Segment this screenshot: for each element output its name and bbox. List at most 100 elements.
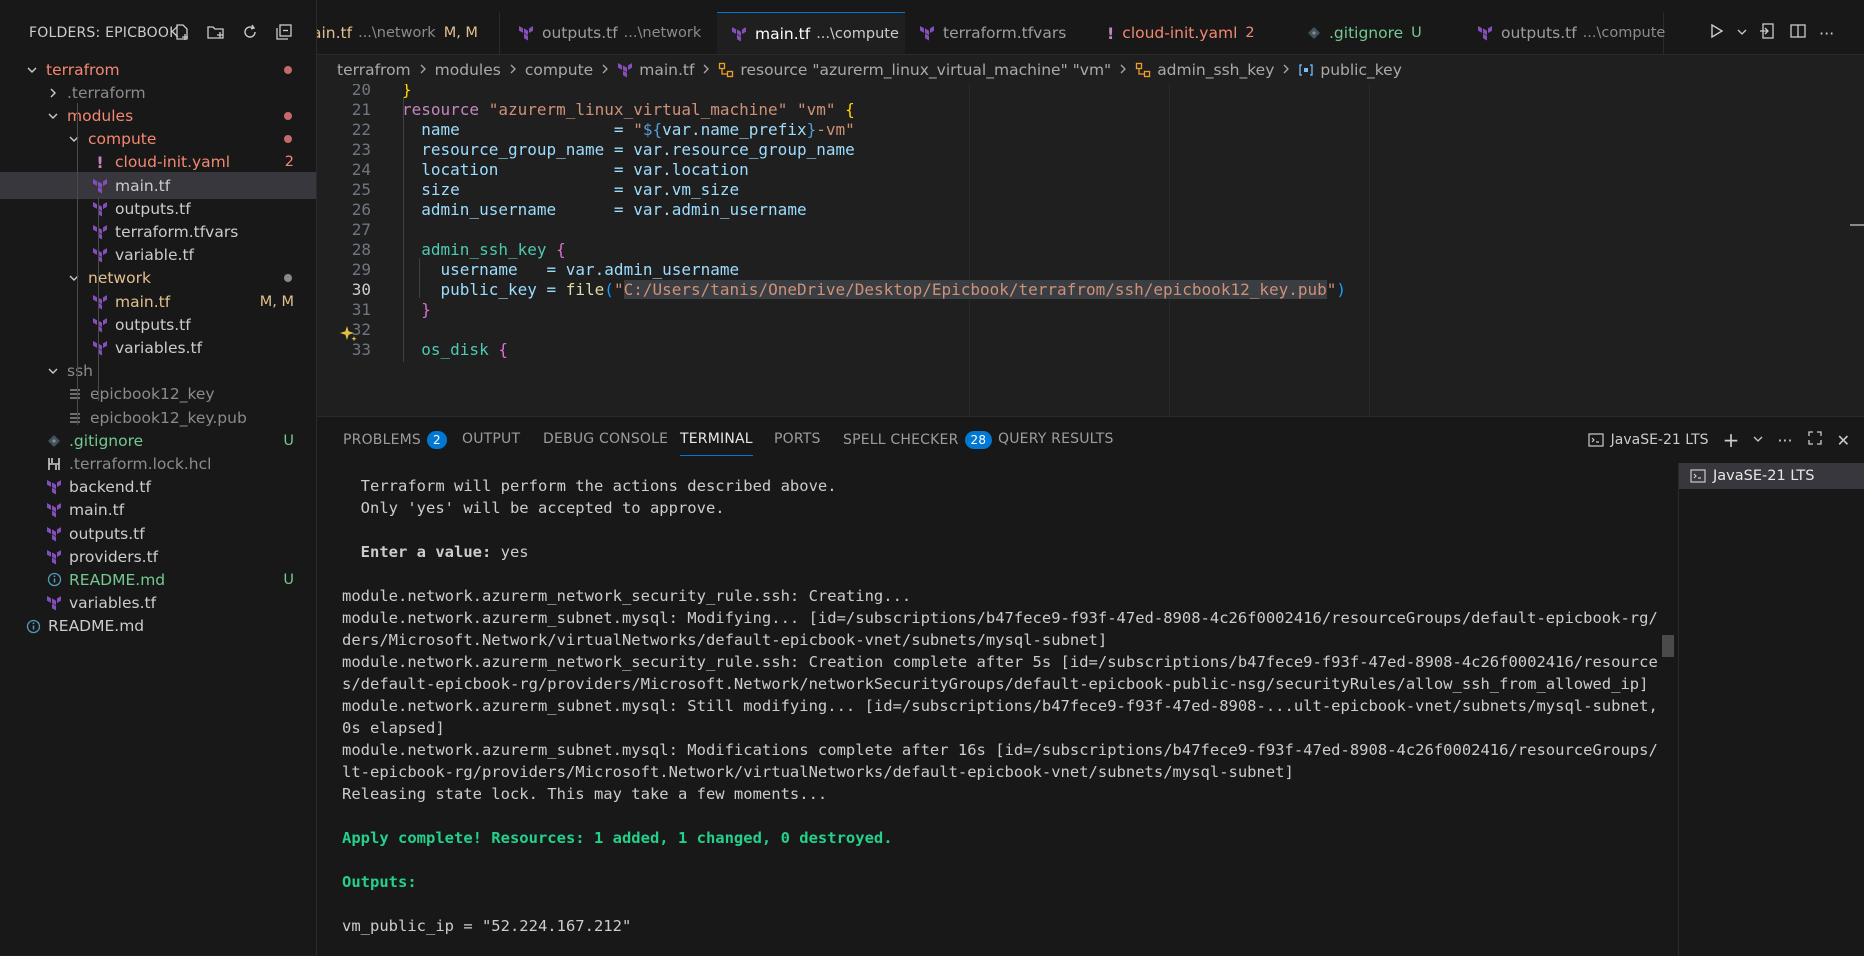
breadcrumb-item[interactable]: admin_ssh_key xyxy=(1157,61,1274,79)
terminal-line-text: 0s elapsed] xyxy=(342,719,445,737)
breadcrumb-item[interactable]: main.tf xyxy=(639,61,694,79)
count-badge: 2 xyxy=(427,431,447,449)
panel-tab-label: SPELL CHECKER xyxy=(843,432,959,448)
breadcrumb-item[interactable]: modules xyxy=(435,61,501,79)
text-file-icon xyxy=(66,385,84,403)
tree-item-label: .terraform xyxy=(67,83,146,102)
code-token: { xyxy=(845,100,855,119)
symbol-field-icon xyxy=(1298,63,1314,77)
code-editor[interactable]: 20} 21 resource "azurerm_linux_virtual_mac… xyxy=(317,84,1864,416)
code-token: { xyxy=(498,340,508,359)
code-token: var.location xyxy=(633,160,749,179)
terminal-output[interactable]: Terraform will perform the actions descr… xyxy=(317,475,1657,955)
breadcrumb-item[interactable]: compute xyxy=(525,61,593,79)
minimap-cursor xyxy=(1850,224,1864,226)
breadcrumb-item[interactable]: terrafrom xyxy=(337,61,411,79)
panel-tab[interactable]: PORTS xyxy=(774,431,821,447)
terminal-line: Releasing state lock. This may take a fe… xyxy=(342,783,827,805)
tab-label: outputs.tf xyxy=(1501,24,1577,42)
terminal-line: Apply complete! Resources: 1 added, 1 ch… xyxy=(342,827,893,849)
tree-file[interactable]: README.md xyxy=(0,613,316,640)
code-token: { xyxy=(556,240,566,259)
editor-tab[interactable]: terraform.tfvars xyxy=(905,12,1094,54)
terminal-line-text: module.network.azurerm_subnet.mysql: Sti… xyxy=(342,697,1657,715)
chevron-down-icon[interactable] xyxy=(45,363,61,379)
terminal-line: Only 'yes' will be accepted to approve. xyxy=(342,497,725,519)
panel-tab[interactable]: TERMINAL xyxy=(680,431,753,456)
split-editor-icon[interactable] xyxy=(1789,22,1807,44)
panel-tab[interactable]: QUERY RESULTS xyxy=(998,431,1114,447)
code-token: resource xyxy=(402,100,489,119)
chevron-down-icon[interactable] xyxy=(24,62,40,78)
terraform-icon xyxy=(91,223,109,241)
more-actions-icon[interactable]: ··· xyxy=(1819,24,1834,43)
code-token: username = xyxy=(402,260,566,279)
refresh-icon[interactable] xyxy=(240,22,260,42)
bottom-panel: PROBLEMS 2 OUTPUT DEBUG CONSOLE TERMINAL PORT… xyxy=(317,416,1864,956)
terminal-line-text: s/default-epicbook-rg/providers/Microsof… xyxy=(342,675,1649,693)
panel-tab[interactable]: PROBLEMS 2 xyxy=(343,431,447,449)
collapse-all-icon[interactable] xyxy=(274,22,294,42)
breadcrumb-item[interactable]: resource "azurerm_linux_virtual_machine"… xyxy=(740,61,1111,79)
tree-item-label: variables.tf xyxy=(69,594,157,613)
chevron-down-icon[interactable] xyxy=(1753,432,1763,448)
close-panel-icon[interactable]: ✕ xyxy=(1837,431,1850,450)
editor-tab[interactable]: ! cloud-init.yaml 2 xyxy=(1093,12,1294,54)
panel-tab[interactable]: SPELL CHECKER 28 xyxy=(843,431,993,449)
terminal-line: Enter a value: yes xyxy=(342,541,529,563)
terminal-line-text: Enter a value: xyxy=(342,543,492,561)
terraform-icon xyxy=(518,25,534,41)
tree-item-label: .gitignore xyxy=(69,431,144,450)
chevron-down-icon[interactable] xyxy=(66,131,82,147)
new-file-icon[interactable] xyxy=(172,22,192,42)
chevron-down-icon[interactable] xyxy=(1737,25,1747,41)
terminal-list: JavaSE-21 LTS xyxy=(1678,463,1864,956)
editor-tab[interactable]: .gitignore U xyxy=(1293,12,1464,54)
tree-item-label: epicbook12_key xyxy=(90,385,215,404)
terminal-profile[interactable]: JavaSE-21 LTS xyxy=(1587,431,1709,449)
git-icon xyxy=(45,432,63,450)
terraform-icon xyxy=(91,246,109,264)
code-token: file xyxy=(565,280,605,299)
terminal-line-text: Only 'yes' will be accepted to approve. xyxy=(342,499,725,517)
text-file-icon xyxy=(66,409,84,427)
terminal-scrollbar[interactable] xyxy=(1661,475,1675,956)
tab-path: ...\network xyxy=(623,25,702,41)
tree-item-label: main.tf xyxy=(69,501,125,520)
yaml-icon: ! xyxy=(1107,23,1115,43)
panel-tab-label: QUERY RESULTS xyxy=(998,431,1114,447)
panel-tab[interactable]: OUTPUT xyxy=(462,431,520,447)
code-token: -vm" xyxy=(816,120,855,139)
code-line[interactable]: 33 os_disk { xyxy=(317,338,1864,362)
code-token: admin_username = xyxy=(402,200,634,219)
code-token: } xyxy=(402,300,431,319)
tab-label: outputs.tf xyxy=(542,24,618,42)
new-folder-icon[interactable] xyxy=(206,22,226,42)
open-changes-icon[interactable] xyxy=(1759,22,1777,44)
terminal-line-text: module.network.azurerm_network_security_… xyxy=(342,653,1657,671)
add-terminal-icon[interactable]: + xyxy=(1723,428,1740,452)
run-icon[interactable] xyxy=(1707,22,1725,44)
tree-item-label: outputs.tf xyxy=(115,199,191,218)
chevron-down-icon[interactable] xyxy=(66,270,82,286)
editor-tab[interactable]: main.tf...\compute✕ xyxy=(717,12,924,54)
code-token: } xyxy=(402,84,412,99)
chevron-right-icon[interactable] xyxy=(45,85,61,101)
terminal-scrollbar-thumb[interactable] xyxy=(1662,635,1674,657)
editor-tab[interactable]: ain.tf ...\network M, M xyxy=(317,12,500,54)
terminal-profile-label: JavaSE-21 LTS xyxy=(1610,432,1709,448)
code-token: size = xyxy=(402,180,634,199)
maximize-panel-icon[interactable] xyxy=(1807,430,1823,450)
sparkle-icon[interactable] xyxy=(339,324,359,344)
editor-tab[interactable]: outputs.tf ...\network xyxy=(504,12,718,54)
more-actions-icon[interactable]: ··· xyxy=(1777,431,1792,450)
terminal-list-item[interactable]: JavaSE-21 LTS xyxy=(1679,463,1864,489)
title-strip xyxy=(317,0,1864,12)
breadcrumb-item[interactable]: public_key xyxy=(1320,61,1402,79)
terminal-icon xyxy=(1689,467,1707,485)
tree-item-label: .terraform.lock.hcl xyxy=(69,454,212,473)
editor-tab[interactable]: outputs.tf ...\compute xyxy=(1463,12,1665,54)
panel-tab[interactable]: DEBUG CONSOLE xyxy=(543,431,668,447)
chevron-down-icon[interactable] xyxy=(45,108,61,124)
